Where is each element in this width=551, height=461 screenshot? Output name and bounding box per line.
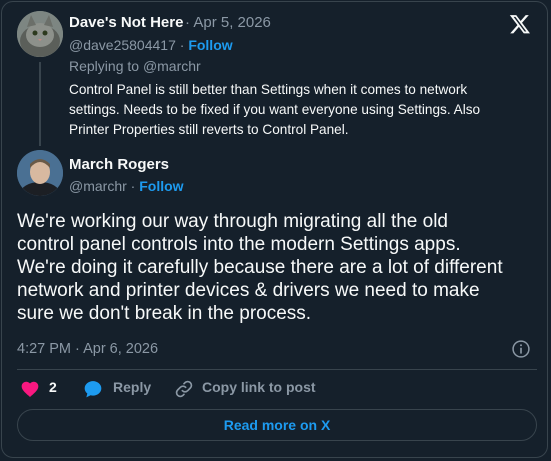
reply-date-separator: · — [185, 14, 190, 31]
handle-separator: · — [130, 178, 136, 194]
handle-separator: · — [179, 37, 185, 53]
post-text-line: sure we don't break in the process. — [17, 303, 312, 324]
reply-follow-link[interactable]: Follow — [188, 37, 232, 53]
reply-date[interactable]: · Apr 5, 2026 — [185, 14, 271, 31]
reply-bubble-icon[interactable] — [83, 379, 103, 399]
x-logo-icon[interactable] — [509, 13, 531, 35]
reply-date-text: Apr 5, 2026 — [193, 14, 271, 31]
divider — [17, 369, 537, 370]
replying-to-prefix: Replying to — [69, 58, 140, 74]
post-text: We're working our way through migrating … — [17, 210, 537, 325]
reply-handle-row: @dave25804417 · Follow — [69, 37, 233, 53]
post-text-line: network and printer devices & drivers we… — [17, 280, 480, 301]
post-text-line: We're working our way through migrating … — [17, 211, 448, 232]
reply-text: Control Panel is still better than Setti… — [69, 80, 539, 140]
post-text-line: control panel controls into the modern S… — [17, 234, 461, 255]
post-author-name[interactable]: March Rogers — [69, 156, 169, 173]
info-icon[interactable] — [511, 339, 531, 359]
post-follow-link[interactable]: Follow — [139, 178, 183, 194]
reply-text-line: settings. Needs to be fixed if you want … — [69, 102, 481, 117]
heart-icon[interactable] — [20, 379, 40, 399]
reply-author-name[interactable]: Dave's Not Here — [69, 14, 183, 31]
read-more-label: Read more on X — [223, 417, 331, 433]
post-handle-row: @marchr · Follow — [69, 178, 184, 194]
like-count[interactable]: 2 — [49, 379, 57, 399]
replying-to-handle[interactable]: @marchr — [143, 58, 201, 74]
copy-link-button[interactable]: Copy link to post — [202, 379, 316, 399]
thread-connector-line — [39, 62, 41, 146]
post-author-avatar[interactable] — [17, 150, 63, 196]
link-icon[interactable] — [174, 379, 194, 399]
reply-button[interactable]: Reply — [113, 379, 151, 399]
post-timestamp[interactable]: 4:27 PM · Apr 6, 2026 — [17, 341, 158, 357]
reply-text-line: Control Panel is still better than Setti… — [69, 82, 468, 97]
reply-text-line: Printer Properties still reverts to Cont… — [69, 122, 349, 137]
read-more-button[interactable]: Read more on X — [17, 409, 537, 441]
post-text-line: We're doing it carefully because there a… — [17, 257, 503, 278]
reply-author-avatar[interactable] — [17, 11, 63, 57]
post-author-handle[interactable]: @marchr — [69, 178, 127, 194]
reply-author-handle[interactable]: @dave25804417 — [69, 37, 176, 53]
replying-to-line: Replying to @marchr — [69, 58, 201, 74]
